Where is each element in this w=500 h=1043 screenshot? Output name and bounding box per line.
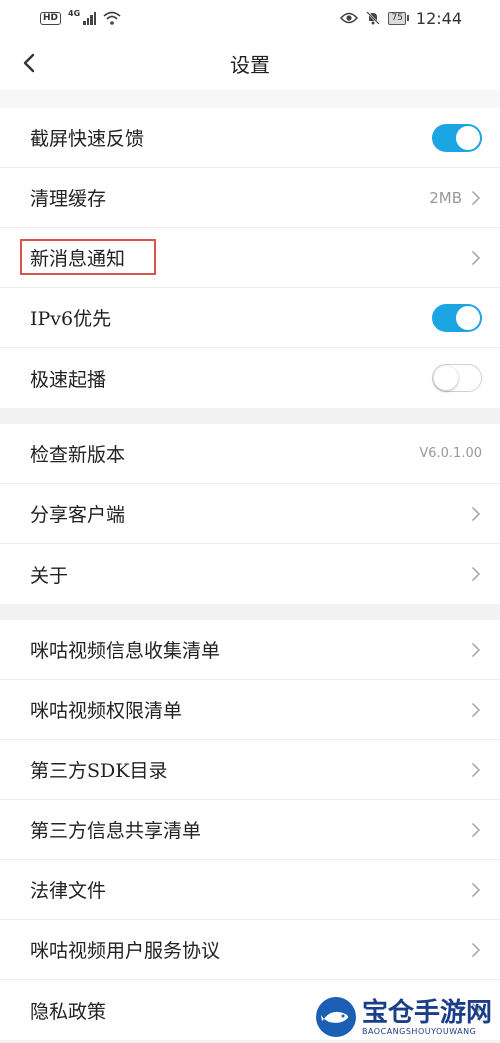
chevron-right-icon [472,942,480,957]
row-label: 关于 [30,564,69,587]
chevron-right-icon [472,250,480,265]
highlight-box [20,239,156,275]
settings-row[interactable]: 新消息通知 [0,228,500,288]
battery-icon: 75 [388,11,409,25]
chevron-right-icon [472,702,480,717]
toggle-switch[interactable] [432,364,482,392]
chevron-right-icon [472,762,480,777]
toggle-switch[interactable] [432,123,482,152]
chevron-right-icon [472,642,480,657]
watermark: 宝仓手游网 BAOCANGSHOUYOUWANG [315,997,492,1037]
settings-row[interactable]: 咪咕视频信息收集清单 [0,620,500,680]
watermark-subtitle: BAOCANGSHOUYOUWANG [361,1026,477,1036]
settings-row[interactable]: 第三方SDK目录 [0,740,500,800]
signal-icon [83,11,97,25]
settings-row[interactable]: 分享客户端 [0,484,500,544]
chevron-right-icon [472,882,480,897]
battery-level: 75 [388,11,406,25]
row-label: 分享客户端 [30,504,126,526]
settings-row[interactable]: IPv6优先 [0,288,500,348]
row-label: IPv6优先 [30,308,112,330]
row-value: 2MB [429,188,462,207]
hd-badge: HD [40,11,62,25]
row-label: 咪咕视频信息收集清单 [30,640,221,662]
row-label: 极速起播 [30,368,107,391]
row-label: 法律文件 [30,880,107,902]
chevron-right-icon [472,506,480,521]
settings-row[interactable]: 咪咕视频用户服务协议 [0,920,500,980]
settings-group: 截屏快速反馈 清理缓存 2MB 新消息通知 IPv6优先 极速起播 [0,108,500,408]
settings-row[interactable]: 清理缓存 2MB [0,168,500,228]
clock: 12:44 [415,8,462,28]
section-gap [0,90,500,108]
chevron-right-icon [472,567,480,581]
section-gap [0,408,500,424]
section-gap [0,604,500,620]
row-label: 清理缓存 [30,188,107,210]
settings-row[interactable]: 截屏快速反馈 [0,108,500,168]
page-title: 设置 [230,52,270,77]
row-value: V6.0.1.00 [419,446,482,461]
row-label: 咪咕视频权限清单 [30,700,183,722]
settings-group: 咪咕视频信息收集清单 咪咕视频权限清单 第三方SDK目录第三方信息共享清单 法律文件咪… [0,620,500,1040]
wifi-icon [103,11,121,25]
status-bar: HD 4G 75 12:44 [0,0,500,36]
row-label: 咪咕视频用户服务协议 [30,940,221,962]
row-label: 截屏快速反馈 [30,128,145,150]
settings-row[interactable]: 关于 [0,544,500,604]
row-label: 检查新版本 [30,444,126,466]
settings-row[interactable]: 极速起播 [0,348,500,408]
settings-group: 检查新版本 V6.0.1.00 分享客户端关于 [0,424,500,604]
settings-row[interactable]: 第三方信息共享清单 [0,800,500,860]
row-label: 第三方信息共享清单 [30,820,202,842]
chevron-right-icon [472,822,480,837]
eye-icon [340,12,359,24]
back-arrow-icon[interactable] [16,49,44,77]
chevron-right-icon [472,190,480,205]
row-label: 隐私政策 [30,1000,107,1023]
settings-row[interactable]: 咪咕视频权限清单 [0,680,500,740]
watermark-title: 宝仓手游网 [361,997,492,1028]
row-label: 第三方SDK目录 [30,760,168,782]
settings-list: 截屏快速反馈 清理缓存 2MB 新消息通知 IPv6优先 极速起播检查新版本 V6.0.1.… [0,108,500,1040]
nav-header: 设置 [0,36,500,90]
settings-row[interactable]: 检查新版本 V6.0.1.00 [0,424,500,484]
watermark-logo-icon [315,997,356,1037]
settings-row[interactable]: 法律文件 [0,860,500,920]
network-type: 4G [68,8,81,18]
toggle-switch[interactable] [432,303,482,332]
mute-bell-icon [366,11,381,25]
